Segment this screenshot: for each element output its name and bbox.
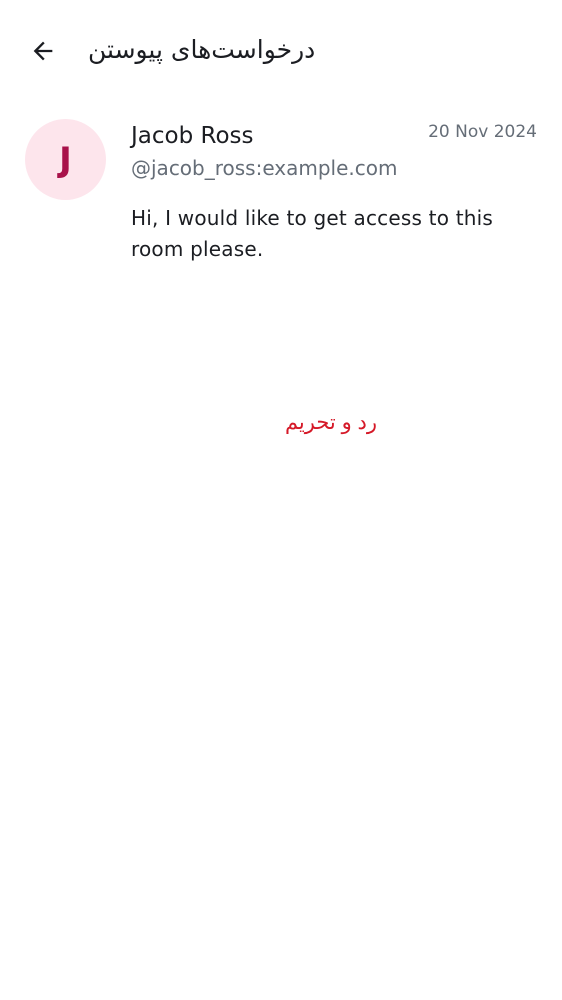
- request-date: 20 Nov 2024: [428, 122, 537, 142]
- decline-and-ban-button[interactable]: رد و تحریم: [231, 398, 431, 446]
- requester-display-name: Jacob Ross: [131, 123, 254, 149]
- request-message: Hi, I would like to get access to this r…: [131, 206, 494, 261]
- back-button[interactable]: [19, 27, 67, 75]
- requester-user-id: @jacob_ross:example.com: [131, 156, 398, 180]
- arrow-left-icon: [29, 37, 57, 65]
- page-title: درخواست‌های پیوستن: [88, 35, 316, 64]
- avatar-initial: J: [59, 139, 72, 180]
- top-app-bar: درخواست‌های پیوستن: [0, 0, 562, 100]
- avatar: J: [25, 119, 106, 200]
